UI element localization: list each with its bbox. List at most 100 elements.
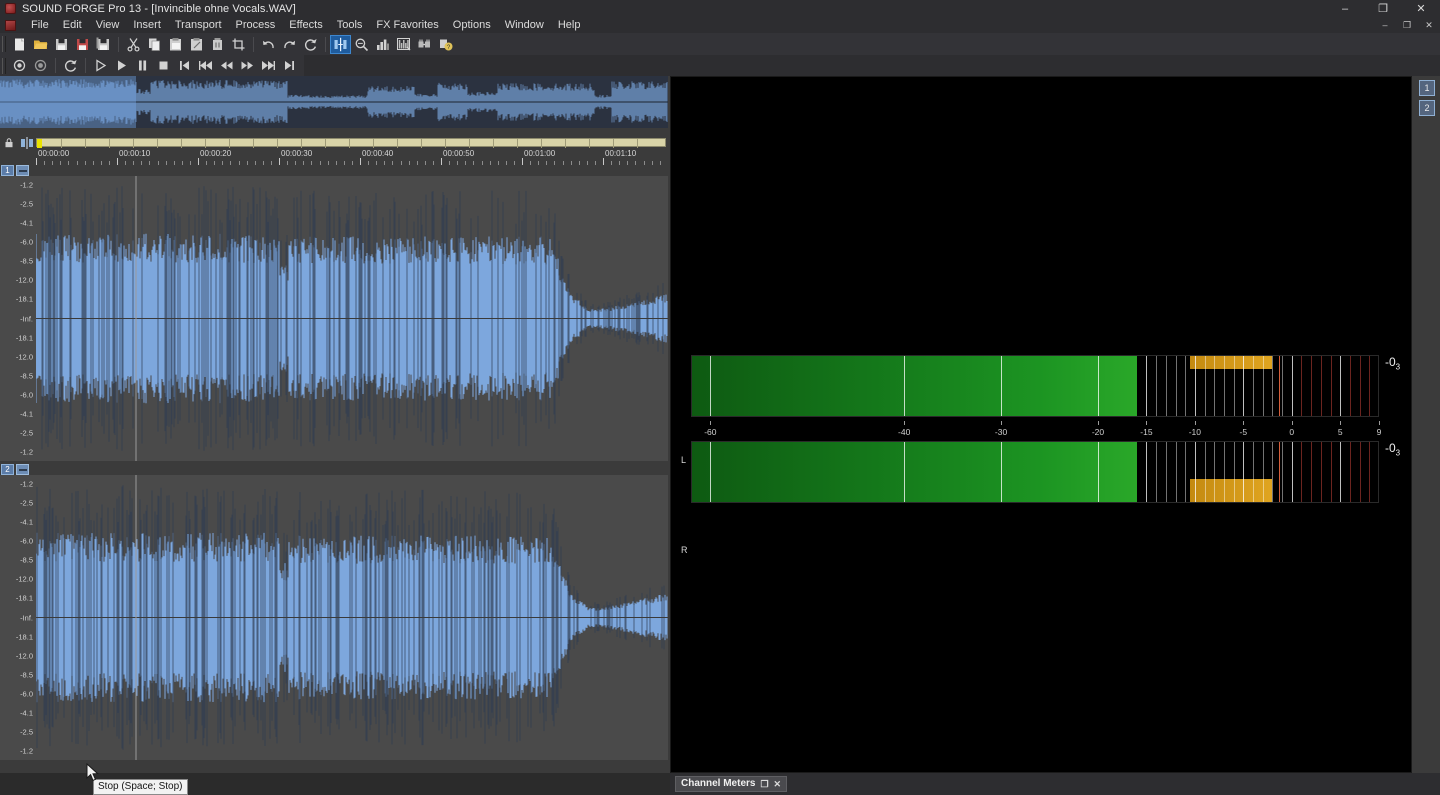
channel-meters-tab-label: Channel Meters: [681, 778, 756, 789]
channel-meters-panel: L -03 -60 -40 -30 -20 -15 -10 -5 0 5 9 R -03: [670, 76, 1412, 773]
channel-2-mute-button[interactable]: [16, 464, 29, 475]
channel-1-number[interactable]: 1: [1, 165, 14, 176]
marker-tick: [421, 139, 422, 148]
lock-icon[interactable]: [4, 138, 14, 148]
new-file-button[interactable]: [9, 35, 30, 54]
channel-meters-tab[interactable]: Channel Meters ❐ ✕: [675, 776, 788, 792]
toolbar-grip[interactable]: [2, 36, 6, 52]
go-to-end-toolbar-button[interactable]: [279, 56, 300, 75]
db-scale-label: -Inf.: [20, 613, 33, 622]
plug-in-chain-button[interactable]: [414, 35, 435, 54]
loop-toolbar-button[interactable]: [60, 56, 81, 75]
channel-1-pane[interactable]: -1.2 -2.5 -4.1 -6.0 -8.5 -12.0 -18.1 -Inf. -18.1…: [0, 176, 668, 461]
channel-1-waveform[interactable]: [36, 176, 668, 461]
minimize-button[interactable]: –: [1326, 0, 1364, 17]
save-as-button[interactable]: [72, 35, 93, 54]
mdi-close-button[interactable]: ✕: [1418, 17, 1440, 33]
play-toolbar-button[interactable]: [111, 56, 132, 75]
marker-tick: [373, 139, 374, 148]
menu-item-options[interactable]: Options: [446, 18, 498, 32]
db-scale-label: -6.0: [20, 536, 33, 546]
menu-item-edit[interactable]: Edit: [56, 18, 89, 32]
menu-item-view[interactable]: View: [89, 18, 127, 32]
ruler-major-tick: [117, 158, 118, 165]
marker-tick: [157, 139, 158, 148]
menu-item-transport[interactable]: Transport: [168, 18, 229, 32]
mdi-restore-button[interactable]: ❐: [1396, 17, 1418, 33]
marker-tick: [229, 139, 230, 148]
menu-item-insert[interactable]: Insert: [126, 18, 168, 32]
spectrum-analysis-button[interactable]: [393, 35, 414, 54]
channel-2-pane[interactable]: -1.2 -2.5 -4.1 -6.0 -8.5 -12.0 -18.1 -Inf. -18.1…: [0, 475, 668, 760]
fast-forward-toolbar-button[interactable]: [237, 56, 258, 75]
meter-scale-label: -10: [1188, 427, 1202, 437]
close-panel-icon[interactable]: ✕: [774, 777, 782, 791]
dock-slot-1[interactable]: 1: [1419, 80, 1435, 96]
toolbar-empty-area: [304, 55, 1440, 76]
meter-readout-right: -03: [1385, 441, 1400, 457]
db-scale-label: -8.5: [20, 256, 33, 266]
magnify-tool-button[interactable]: [351, 35, 372, 54]
record-toolbar-button[interactable]: [9, 56, 30, 75]
trim-crop-button[interactable]: [228, 35, 249, 54]
undo-button[interactable]: [258, 35, 279, 54]
stop-toolbar-button[interactable]: [153, 56, 174, 75]
menu-item-effects[interactable]: Effects: [282, 18, 329, 32]
meter-scale-tick: [1194, 421, 1196, 425]
marker-tool-icon[interactable]: [20, 137, 34, 149]
meter-scale-label: 9: [1376, 427, 1382, 437]
marker-tick: [493, 139, 494, 148]
forward-toolbar-button[interactable]: [258, 56, 279, 75]
dock-slot-2[interactable]: 2: [1419, 100, 1435, 116]
maximize-button[interactable]: ❐: [1364, 0, 1402, 17]
statistics-button[interactable]: [372, 35, 393, 54]
transport-toolbar-grip[interactable]: [2, 57, 6, 74]
marker-tick: [301, 139, 302, 148]
open-file-button[interactable]: [30, 35, 51, 54]
rewind-toolbar-button[interactable]: [195, 56, 216, 75]
float-icon[interactable]: ❐: [760, 777, 768, 791]
db-scale-label: -18.1: [15, 593, 33, 603]
redo-button[interactable]: [279, 35, 300, 54]
ruler-label: 00:01:10: [605, 149, 637, 158]
ruler-label: 00:00:40: [362, 149, 394, 158]
time-ruler[interactable]: 00:00:00 00:00:10 00:00:20 00:00:30 00:00:40…: [0, 149, 668, 165]
menu-item-tools[interactable]: Tools: [330, 18, 370, 32]
menu-item-fx-favorites[interactable]: FX Favorites: [369, 18, 445, 32]
close-button[interactable]: ✕: [1402, 0, 1440, 17]
toolbar-separator: [118, 36, 119, 52]
meter-peak-decimal: 3: [1395, 448, 1401, 458]
delete-button[interactable]: [207, 35, 228, 54]
marker-tick: [445, 139, 446, 148]
waveform-display: 1 -1.2 -2.5 -4.1 -6.0 -8.5 -12.0 -18.1 -Inf. -18…: [0, 165, 668, 760]
copy-button[interactable]: [144, 35, 165, 54]
channel-2-waveform[interactable]: [36, 475, 668, 760]
ruler-label: 00:01:00: [524, 149, 556, 158]
channel-2-number[interactable]: 2: [1, 464, 14, 475]
mdi-minimize-button[interactable]: –: [1374, 17, 1396, 33]
menu-item-file[interactable]: File: [24, 18, 56, 32]
overview-waveform[interactable]: [0, 76, 668, 128]
channel-1-mute-button[interactable]: [16, 165, 29, 176]
pause-toolbar-button[interactable]: [132, 56, 153, 75]
refresh-button[interactable]: [300, 35, 321, 54]
save-all-button[interactable]: [93, 35, 114, 54]
db-scale-label: -1.2: [20, 447, 33, 457]
menu-item-help[interactable]: Help: [551, 18, 588, 32]
whats-this-button[interactable]: ?: [435, 35, 456, 54]
marker-bar[interactable]: [0, 137, 668, 149]
fast-rewind-toolbar-button[interactable]: [216, 56, 237, 75]
paste-special-button[interactable]: [186, 35, 207, 54]
record-alt-toolbar-button[interactable]: [30, 56, 51, 75]
play-all-toolbar-button[interactable]: [90, 56, 111, 75]
menu-item-process[interactable]: Process: [229, 18, 283, 32]
channel-divider[interactable]: [0, 461, 668, 465]
overview-selection-region[interactable]: [0, 76, 136, 128]
edit-tool-button[interactable]: [330, 34, 351, 54]
paste-button[interactable]: [165, 35, 186, 54]
menu-item-window[interactable]: Window: [498, 18, 551, 32]
save-file-button[interactable]: [51, 35, 72, 54]
go-to-start-toolbar-button[interactable]: [174, 56, 195, 75]
loop-region-strip[interactable]: [36, 138, 666, 148]
cut-button[interactable]: [123, 35, 144, 54]
